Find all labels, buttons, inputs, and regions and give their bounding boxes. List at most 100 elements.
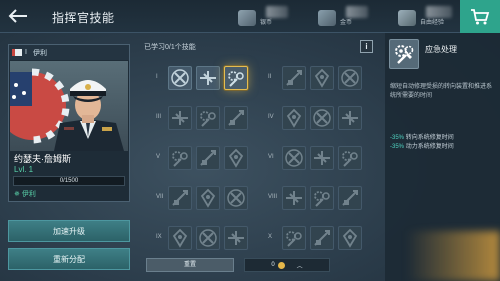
shield-icon bbox=[342, 190, 358, 206]
anchor-icon: ✵ bbox=[14, 191, 20, 198]
commander-card-header: I 伊利 bbox=[9, 45, 129, 60]
resource-free-xp: 自由经验 bbox=[398, 4, 452, 30]
radar-icon bbox=[228, 231, 244, 245]
torpedo-icon bbox=[227, 189, 245, 207]
wrench-icon bbox=[172, 151, 188, 167]
hammer-icon bbox=[199, 229, 217, 247]
skill-repair-gears[interactable] bbox=[338, 146, 362, 170]
back-button[interactable] bbox=[6, 6, 30, 26]
cart-icon bbox=[471, 8, 490, 24]
rudder-icon bbox=[314, 68, 330, 88]
skill-rudder[interactable] bbox=[196, 186, 220, 210]
commander-name: 约瑟夫·詹姆斯 bbox=[14, 154, 71, 164]
skill-shield[interactable] bbox=[338, 186, 362, 210]
resource-value-blurred bbox=[426, 6, 452, 18]
flag-icon bbox=[342, 228, 358, 248]
accelerate-button[interactable]: 加速升级 bbox=[8, 220, 130, 242]
skill-target[interactable] bbox=[168, 226, 192, 250]
reset-cost[interactable]: 0 ︿ bbox=[244, 258, 330, 272]
shield-icon bbox=[228, 110, 244, 126]
nation-flag-label: I bbox=[25, 49, 27, 56]
shell-icon bbox=[286, 191, 302, 205]
chevron-up-icon: ︿ bbox=[296, 263, 303, 270]
target-icon bbox=[286, 108, 302, 128]
skill-plane[interactable] bbox=[196, 66, 220, 90]
skill-description: 缩短自动修理受损的转向装置和推进系统所需要的时间 bbox=[390, 84, 493, 99]
skill-tier-label: VI bbox=[268, 154, 274, 160]
skill-anchor[interactable] bbox=[282, 66, 306, 90]
radar-icon bbox=[342, 111, 358, 125]
skill-tier-label: IV bbox=[268, 114, 274, 120]
wrench-icon bbox=[286, 231, 302, 247]
skill-hammer[interactable] bbox=[196, 226, 220, 250]
skill-tier-label: III bbox=[156, 114, 162, 120]
page-title: 指挥官技能 bbox=[52, 11, 115, 25]
skill-tier-label: X bbox=[268, 234, 273, 240]
skill-rudder[interactable] bbox=[310, 66, 334, 90]
repair-gears-icon bbox=[228, 71, 244, 87]
skill-hammer[interactable] bbox=[310, 106, 334, 130]
engine-icon bbox=[200, 111, 216, 127]
skill-repair-gears[interactable] bbox=[224, 66, 248, 90]
commander-level: Lvl. 1 bbox=[14, 165, 34, 174]
resource-label: 银币 bbox=[260, 20, 273, 26]
gauge-icon bbox=[200, 150, 216, 166]
skill-anchor[interactable] bbox=[168, 186, 192, 210]
shell-icon bbox=[172, 111, 188, 125]
resource-value-blurred bbox=[346, 6, 368, 18]
skill-wrench[interactable] bbox=[282, 226, 306, 250]
skill-tier-label: II bbox=[268, 74, 272, 80]
skill-crossed-tools[interactable] bbox=[168, 66, 192, 90]
skills-learned-count: 已学习0/1个技能 bbox=[144, 44, 196, 51]
skill-torpedo[interactable] bbox=[338, 66, 362, 90]
resource-value-blurred bbox=[266, 6, 288, 18]
skill-crossed-tools[interactable] bbox=[282, 146, 306, 170]
skill-flag[interactable] bbox=[338, 226, 362, 250]
crossed-tools-icon bbox=[285, 149, 303, 167]
resource-gold: 金币 bbox=[318, 4, 368, 30]
skill-gauge[interactable] bbox=[196, 146, 220, 170]
resource-label: 金币 bbox=[340, 20, 353, 26]
skill-radar[interactable] bbox=[224, 226, 248, 250]
shop-button[interactable] bbox=[460, 0, 500, 33]
flag-icon bbox=[228, 148, 244, 168]
skill-gauge[interactable] bbox=[310, 226, 334, 250]
gauge-icon bbox=[314, 230, 330, 246]
commander-nation-label: 伊利 bbox=[21, 191, 36, 198]
skill-shell[interactable] bbox=[168, 106, 192, 130]
skill-stat-label: 动力系统修复时间 bbox=[405, 144, 454, 150]
skill-engine[interactable] bbox=[196, 106, 220, 130]
info-button[interactable]: i bbox=[360, 40, 373, 53]
resource-label: 自由经验 bbox=[420, 20, 445, 26]
commander-xp-icon bbox=[398, 10, 416, 26]
reassign-button[interactable]: 重新分配 bbox=[8, 248, 130, 270]
gold-coin-icon bbox=[318, 10, 336, 26]
skill-tier-label: IX bbox=[156, 234, 162, 240]
plane-icon bbox=[200, 71, 216, 85]
torpedo-icon bbox=[341, 69, 359, 87]
repair-gears-icon bbox=[342, 151, 358, 167]
commander-card[interactable]: I 伊利 约瑟夫·詹姆斯 Lvl. 1 0/1500 ✵ 伊利 bbox=[8, 44, 130, 202]
skill-engine[interactable] bbox=[310, 186, 334, 210]
reset-cost-value: 0 bbox=[271, 262, 275, 268]
anchor-icon bbox=[286, 70, 302, 86]
target-icon bbox=[172, 228, 188, 248]
skill-tier-label: VII bbox=[156, 194, 164, 200]
skill-tier-label: VIII bbox=[268, 194, 278, 200]
xp-progress-bar: 0/1500 bbox=[13, 176, 125, 186]
skill-wrench[interactable] bbox=[168, 146, 192, 170]
arrow-left-icon bbox=[8, 9, 27, 23]
hammer-icon bbox=[313, 109, 331, 127]
reset-button[interactable]: 重置 bbox=[146, 258, 234, 272]
engine-icon bbox=[314, 191, 330, 207]
skill-plane[interactable] bbox=[310, 146, 334, 170]
skill-radar[interactable] bbox=[338, 106, 362, 130]
skill-torpedo[interactable] bbox=[224, 186, 248, 210]
skill-flag[interactable] bbox=[224, 146, 248, 170]
skill-shield[interactable] bbox=[224, 106, 248, 130]
skill-stat-value: -35% bbox=[390, 144, 405, 150]
skill-stat: -35% 转向系统修复时间 bbox=[390, 134, 454, 143]
skill-target[interactable] bbox=[282, 106, 306, 130]
skill-shell[interactable] bbox=[282, 186, 306, 210]
commander-portrait-image bbox=[10, 68, 124, 151]
